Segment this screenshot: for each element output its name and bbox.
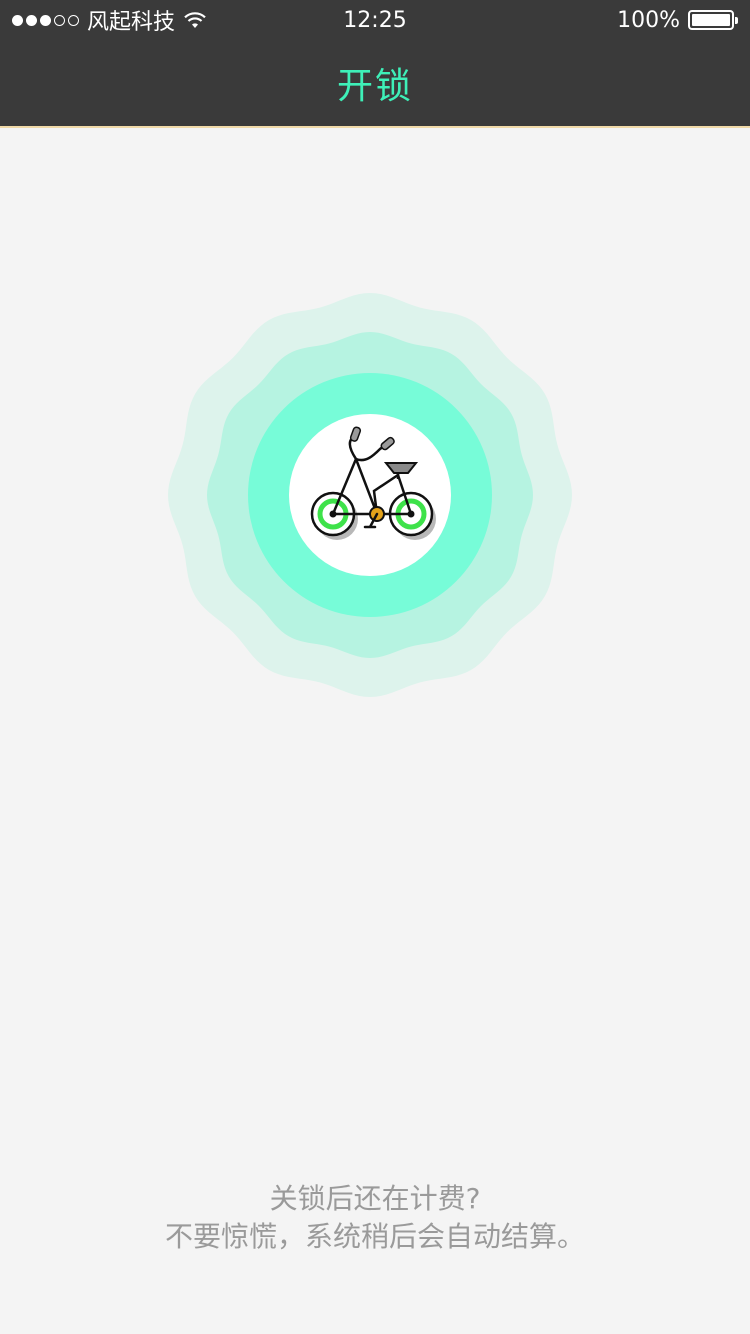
nav-bar: 开锁 (0, 40, 750, 128)
signal-strength-icon (12, 14, 79, 26)
ripple-svg (168, 293, 572, 697)
status-right: 100% (617, 7, 738, 33)
unlock-scan-animation (168, 293, 572, 697)
billing-notice: 关锁后还在计费? 不要惊慌，系统稍后会自动结算。 (0, 1180, 750, 1256)
page-title: 开锁 (336, 66, 413, 107)
notice-line-2: 不要惊慌，系统稍后会自动结算。 (164, 1220, 585, 1253)
status-left: 风起科技 (12, 4, 207, 36)
battery-icon (688, 10, 738, 30)
wifi-icon (184, 12, 206, 28)
status-bar: 风起科技 12:25 100% (0, 0, 750, 40)
battery-percent: 100% (617, 7, 680, 33)
carrier-label: 风起科技 (87, 10, 176, 35)
notice-line-1: 关锁后还在计费? (269, 1182, 481, 1215)
